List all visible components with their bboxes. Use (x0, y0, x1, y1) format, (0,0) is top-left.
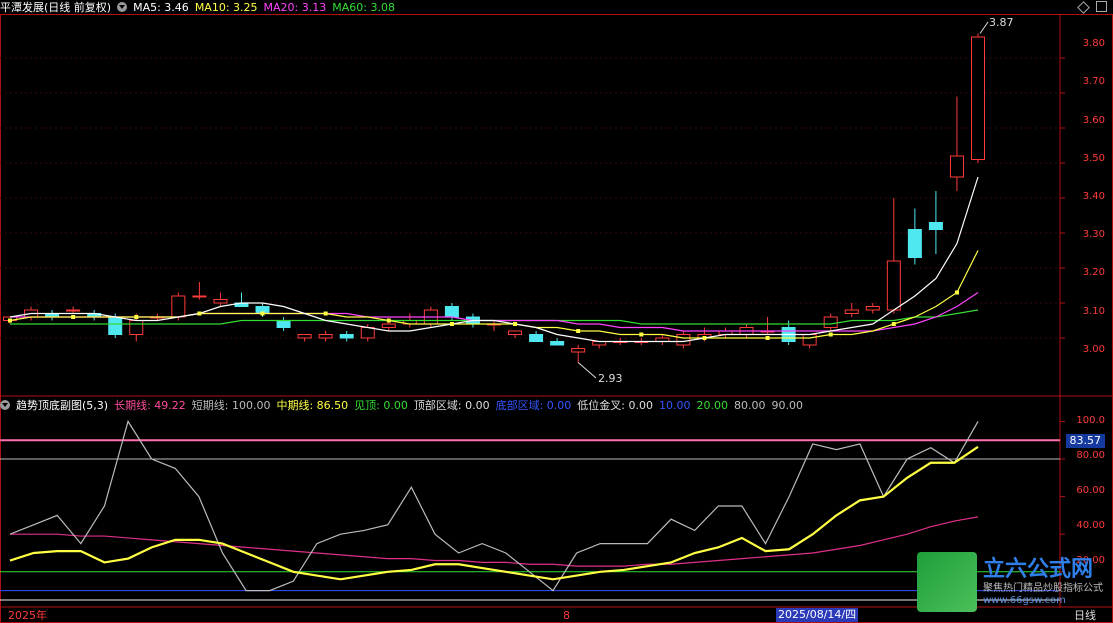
watermark: 立六公式网 聚焦热门精品炒股指标公式 www.66gsw.com (917, 552, 1103, 612)
candle-body (529, 334, 544, 342)
long-line-label: 长期线: 49.22 (114, 398, 186, 412)
mid-line (9, 445, 979, 581)
ma10-marker (576, 329, 581, 333)
diamond-icon[interactable] (1077, 1, 1090, 14)
month-label: 8 (563, 609, 570, 622)
candle-body (171, 295, 186, 318)
price-tick: 3.10 (1082, 306, 1105, 317)
level-90-label: 90.00 (771, 398, 804, 412)
candle-body (550, 341, 565, 346)
osc-tick: 40.00 (1076, 520, 1105, 531)
price-tick: 3.60 (1082, 115, 1105, 126)
ma10-marker (449, 322, 454, 326)
price-tick: 3.80 (1082, 38, 1105, 49)
high-annotation: 3.87 (989, 16, 1014, 29)
watermark-slogan: 聚焦热门精品炒股指标公式 (983, 583, 1103, 595)
watermark-logo (917, 552, 977, 612)
level-80-label: 80.00 (734, 398, 766, 412)
candle-body (865, 306, 880, 311)
short-line (9, 419, 979, 592)
osc-tick: 100.0 (1076, 415, 1105, 426)
low-pointer (577, 362, 597, 379)
candle-body (318, 334, 333, 339)
price-tick: 3.20 (1082, 267, 1105, 278)
mid-line-label: 中期线: 86.50 (276, 398, 349, 412)
ma10-marker (71, 315, 76, 319)
candle-body (802, 334, 817, 346)
price-tick: 3.30 (1082, 229, 1105, 240)
candle-body (907, 229, 922, 258)
candle-body (928, 222, 943, 230)
ma10-marker (260, 311, 265, 316)
osc-value-tag: 83.57 (1065, 434, 1105, 448)
short-line-label: 短期线: 100.00 (191, 398, 271, 412)
candle-body (886, 260, 901, 311)
ma10-marker (954, 290, 959, 295)
maximize-icon[interactable] (1096, 1, 1107, 12)
candle-body (971, 36, 985, 160)
long-line (10, 516, 979, 567)
ma10-marker (891, 322, 896, 326)
candle-body (276, 320, 291, 328)
high-pointer (979, 21, 989, 34)
candle-body (297, 334, 312, 339)
ma10-marker (386, 318, 391, 323)
ma10-marker (765, 336, 770, 340)
candle-body (339, 334, 354, 339)
ma10-marker (639, 332, 644, 337)
candle-body (66, 309, 81, 312)
top-zone-label: 顶部区域: 0.00 (413, 398, 490, 412)
indicator-dropdown-icon[interactable] (0, 400, 10, 410)
candle-body (823, 316, 838, 328)
ma10-marker (8, 318, 12, 323)
watermark-url: www.66gsw.com (983, 595, 1066, 607)
ma10-marker (513, 322, 518, 326)
level-10-label: 10.00 (659, 398, 691, 412)
price-tick: 3.40 (1082, 191, 1105, 202)
candle-body (360, 327, 375, 339)
price-tick: 3.00 (1082, 344, 1105, 355)
ma10-marker (197, 311, 202, 316)
candle-body (676, 334, 691, 346)
ma10-marker (134, 315, 139, 319)
gold-cross-label: 低位金叉: 0.00 (577, 398, 653, 412)
cursor-date: 2025/08/14/四 (776, 608, 859, 622)
price-tick: 3.70 (1082, 76, 1105, 87)
candle-body (108, 316, 123, 335)
watermark-brand: 立六公式网 (983, 556, 1094, 582)
candle-body (844, 309, 859, 314)
chart-canvas[interactable] (0, 0, 1113, 623)
level-20-label: 20.00 (696, 398, 729, 412)
ma20-label: MA20: 3.13 (263, 0, 327, 14)
ma60-label: MA60: 3.08 (332, 0, 395, 14)
bottom-zone-label: 底部区域: 0.00 (495, 398, 572, 412)
window-controls (1077, 1, 1107, 14)
candle-body (949, 155, 964, 178)
stock-name[interactable]: 平潭发展(日线 前复权) (0, 1, 111, 14)
ma10-label: MA10: 3.25 (194, 0, 258, 14)
candle-body (444, 306, 459, 318)
ma5-label: MA5: 3.46 (133, 0, 189, 14)
candle-body (571, 348, 586, 353)
low-annotation: 2.93 (598, 372, 623, 385)
candle-body (508, 330, 523, 335)
ma10-marker (702, 336, 707, 340)
price-header: 平潭发展(日线 前复权) MA5: 3.46 MA10: 3.25 MA20: … (0, 0, 395, 14)
candle-body (129, 320, 144, 335)
see-top-label: 见顶: 0.00 (354, 398, 408, 412)
year-label: 2025年 (8, 609, 47, 622)
dropdown-icon[interactable] (117, 2, 128, 12)
candle-body (381, 323, 396, 328)
price-tick: 3.50 (1082, 153, 1105, 164)
osc-tick: 80.00 (1076, 450, 1105, 461)
indicator-header: 趋势顶底副图(5,3) 长期线: 49.22 短期线: 100.00 中期线: … (0, 398, 803, 412)
ma10-marker (828, 332, 833, 337)
candle-body (213, 299, 228, 304)
indicator-title[interactable]: 趋势顶底副图(5,3) (16, 399, 108, 412)
osc-tick: 60.00 (1076, 485, 1105, 496)
ma10-marker (323, 311, 328, 316)
candle-body (192, 295, 207, 298)
